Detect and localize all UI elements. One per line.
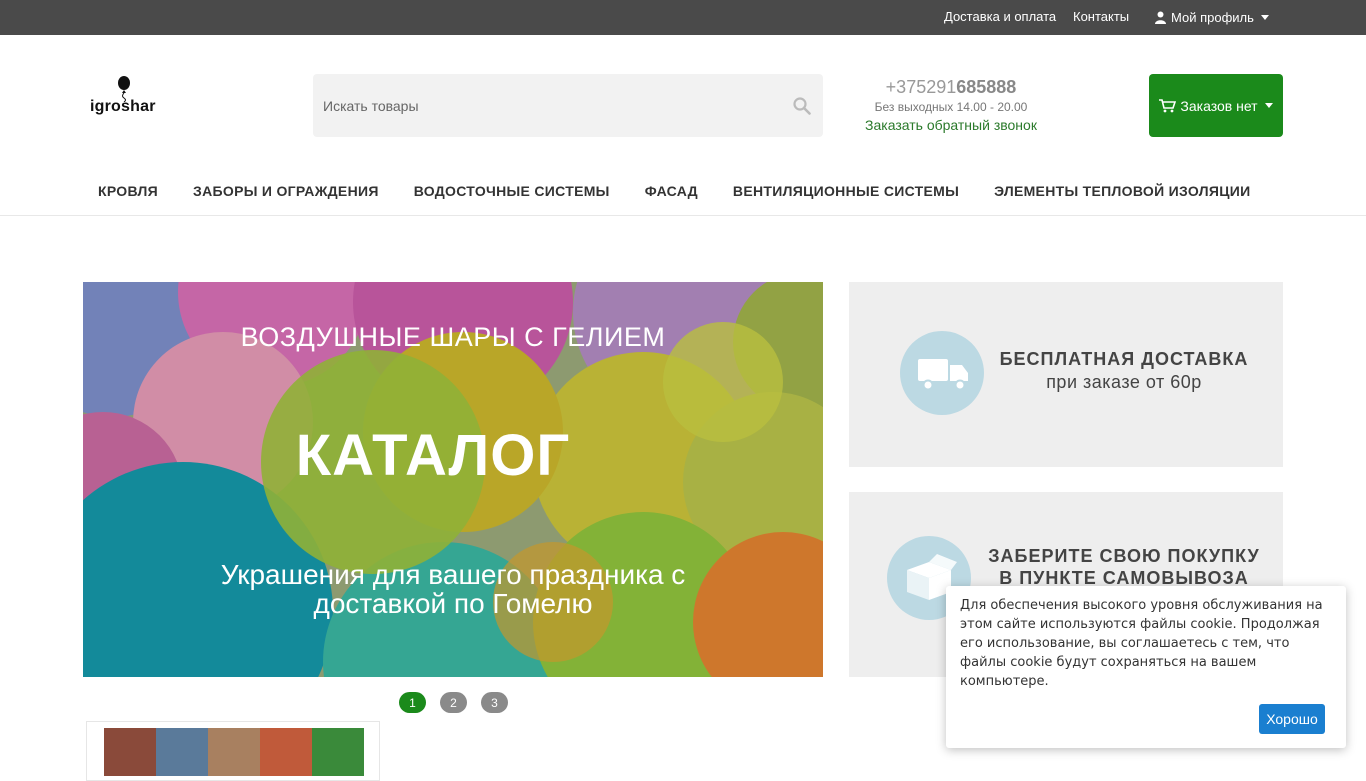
slide-subtitle: Украшения для вашего праздника с доставк… xyxy=(220,559,686,619)
promo-pickup-title-1: ЗАБЕРИТЕ СВОЮ ПОКУПКУ xyxy=(988,546,1260,566)
cookie-banner: Для обеспечения высокого уровня обслужив… xyxy=(946,586,1346,748)
profile-menu[interactable]: Мой профиль xyxy=(1154,10,1269,25)
slider-dot-3[interactable]: 3 xyxy=(481,692,508,713)
promo-free-delivery[interactable]: БЕСПЛАТНАЯ ДОСТАВКА при заказе от 60р xyxy=(849,282,1283,467)
chevron-down-icon xyxy=(1264,103,1273,108)
cookie-text: Для обеспечения высокого уровня обслужив… xyxy=(960,598,1323,689)
cart-button[interactable]: Заказов нет xyxy=(1149,74,1283,137)
promo-delivery-subtitle: при заказе от 60р xyxy=(1046,372,1202,392)
contact-phone-block: +375291685888 Без выходных 14.00 - 20.00… xyxy=(850,77,1052,135)
phone-number[interactable]: +375291685888 xyxy=(850,77,1052,98)
header-divider xyxy=(0,215,1366,216)
slider-dot-1[interactable]: 1 xyxy=(399,692,426,713)
working-hours: Без выходных 14.00 - 20.00 xyxy=(874,100,1028,114)
chevron-down-icon xyxy=(1260,15,1269,20)
promo-delivery-title: БЕСПЛАТНАЯ ДОСТАВКА xyxy=(999,349,1249,369)
slide-title: КАТАЛОГ xyxy=(295,423,571,488)
logo-text: igroshar xyxy=(90,98,156,115)
site-logo[interactable]: igroshar xyxy=(90,76,170,118)
user-icon xyxy=(1155,11,1166,24)
cart-label: Заказов нет xyxy=(1180,97,1258,114)
search-box xyxy=(313,74,823,137)
slider-pagination: 1 2 3 xyxy=(399,692,508,713)
roofing-image xyxy=(104,728,364,776)
nav-item-ventilation[interactable]: ВЕНТИЛЯЦИОННЫЕ СИСТЕМЫ xyxy=(733,170,959,214)
nav-item-drainage[interactable]: ВОДОСТОЧНЫЕ СИСТЕМЫ xyxy=(414,170,610,214)
nav-item-facade[interactable]: ФАСАД xyxy=(645,170,698,214)
category-thumbnail[interactable] xyxy=(86,721,380,781)
top-bar: Доставка и оплата Контакты Мой профиль xyxy=(0,0,1366,35)
contacts-link[interactable]: Контакты xyxy=(1073,9,1129,24)
delivery-link[interactable]: Доставка и оплата xyxy=(944,9,1056,24)
search-input[interactable] xyxy=(313,74,773,137)
cart-icon xyxy=(1159,98,1177,112)
nav-item-roofing[interactable]: КРОВЛЯ xyxy=(98,170,158,214)
cookie-accept-button[interactable]: Хорошо xyxy=(1259,704,1325,734)
slide-heading: ВОЗДУШНЫЕ ШАРЫ С ГЕЛИЕМ xyxy=(240,322,666,352)
profile-label: Мой профиль xyxy=(1171,10,1254,25)
callback-link[interactable]: Заказать обратный звонок xyxy=(865,117,1037,133)
nav-item-fences[interactable]: ЗАБОРЫ И ОГРАЖДЕНИЯ xyxy=(193,170,379,214)
nav-item-insulation[interactable]: ЭЛЕМЕНТЫ ТЕПЛОВОЙ ИЗОЛЯЦИИ xyxy=(994,170,1250,214)
truck-icon xyxy=(900,331,984,415)
slider-dot-2[interactable]: 2 xyxy=(440,692,467,713)
search-icon[interactable] xyxy=(793,97,811,115)
main-nav: КРОВЛЯ ЗАБОРЫ И ОГРАЖДЕНИЯ ВОДОСТОЧНЫЕ С… xyxy=(83,170,1283,214)
hero-slider[interactable]: ВОЗДУШНЫЕ ШАРЫ С ГЕЛИЕМ КАТАЛОГ Украшени… xyxy=(83,282,823,677)
